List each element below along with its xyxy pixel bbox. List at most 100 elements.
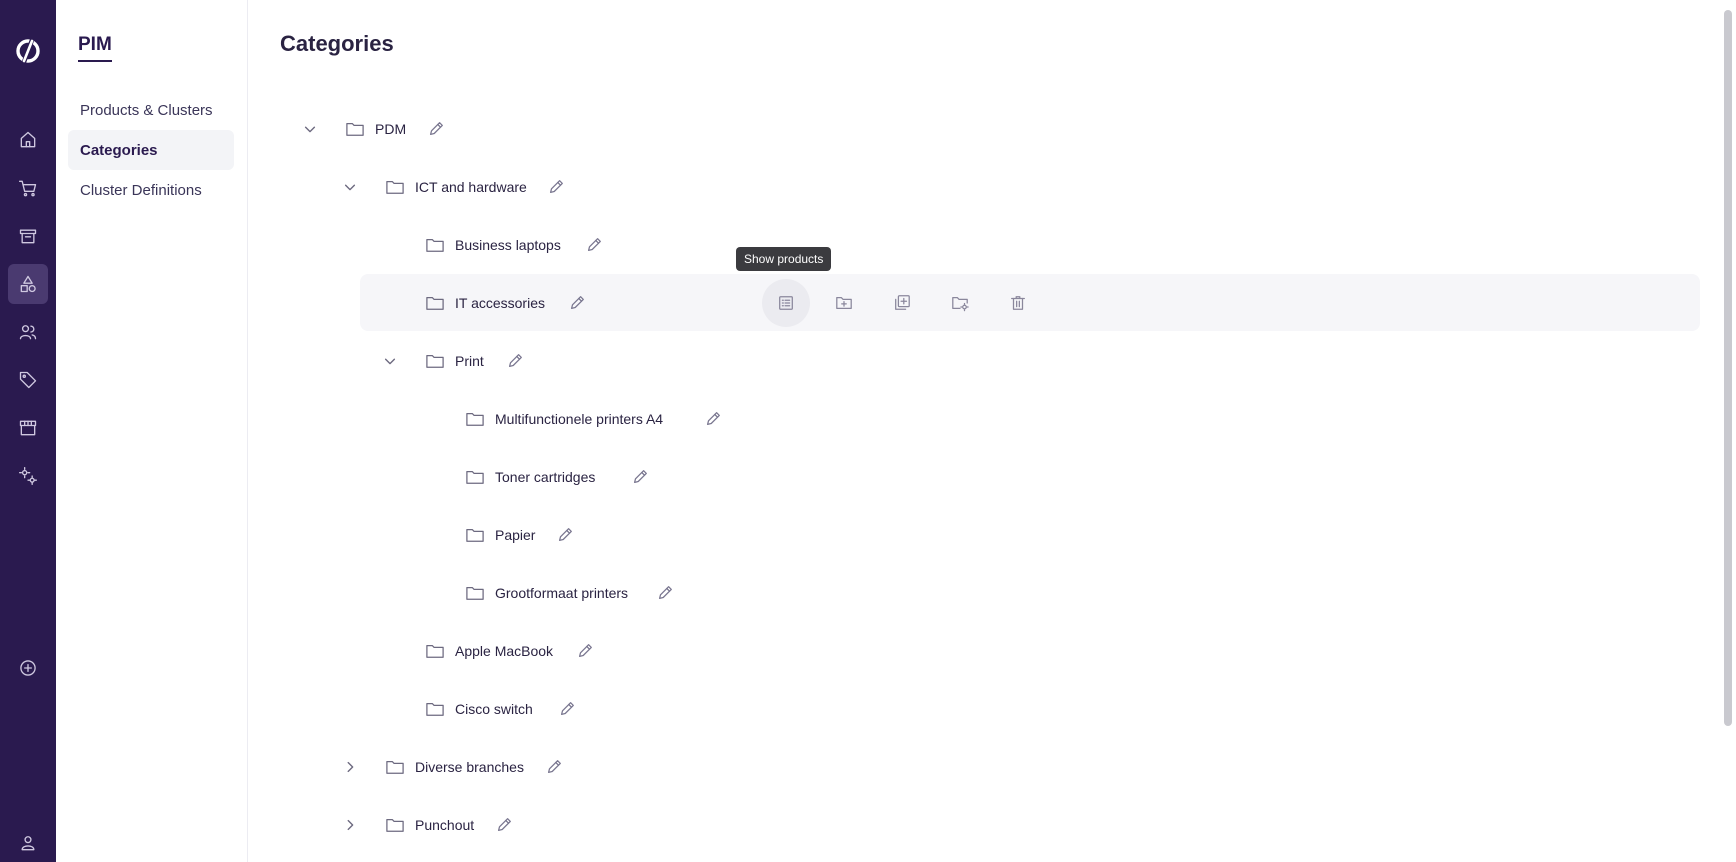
logo-icon xyxy=(16,39,40,63)
edit-button[interactable] xyxy=(544,757,564,777)
tag-icon xyxy=(19,371,37,389)
pim-sidebar: PIM Products & Clusters Categories Clust… xyxy=(56,0,248,862)
pencil-icon xyxy=(508,354,522,368)
chevron-down-icon xyxy=(344,184,356,191)
tree-node-label[interactable]: Punchout xyxy=(415,815,474,835)
edit-button[interactable] xyxy=(546,177,566,197)
folder-icon xyxy=(424,641,446,661)
pencil-icon xyxy=(633,470,647,484)
tree-node-label[interactable]: Diverse branches xyxy=(415,757,524,777)
pencil-icon xyxy=(578,644,592,658)
chevron-down-icon xyxy=(384,358,396,365)
rail-account-button[interactable] xyxy=(8,826,48,860)
tree-node-label[interactable]: Print xyxy=(455,351,484,371)
app-logo[interactable] xyxy=(10,33,46,69)
edit-button[interactable] xyxy=(557,699,577,719)
main-content: Categories PDM ICT and hardware Business… xyxy=(248,0,1720,862)
rail-settings-button[interactable] xyxy=(8,456,48,496)
page-title: Categories xyxy=(280,31,394,56)
folder-icon xyxy=(424,235,446,255)
pencil-icon xyxy=(560,702,574,716)
rail-pim-button[interactable] xyxy=(8,264,48,304)
icon-rail xyxy=(0,0,56,862)
tree-node-label[interactable]: ICT and hardware xyxy=(415,177,527,197)
scrollbar[interactable] xyxy=(1724,10,1732,726)
settings-icon xyxy=(19,467,37,485)
tree-node-label[interactable]: Grootformaat printers xyxy=(495,583,628,603)
expand-toggle[interactable] xyxy=(340,177,360,197)
rail-orders-button[interactable] xyxy=(8,168,48,208)
folder-icon xyxy=(464,467,486,487)
home-icon xyxy=(20,131,36,148)
expand-toggle[interactable] xyxy=(380,351,400,371)
expand-toggle[interactable] xyxy=(340,815,360,835)
user-icon xyxy=(21,836,35,851)
chevron-right-icon xyxy=(347,761,354,773)
rail-customers-button[interactable] xyxy=(8,312,48,352)
edit-button[interactable] xyxy=(584,235,604,255)
chevron-right-icon xyxy=(347,819,354,831)
edit-button[interactable] xyxy=(575,641,595,661)
rail-home-button[interactable] xyxy=(8,120,48,160)
folder-icon xyxy=(384,177,406,197)
folder-icon xyxy=(344,119,366,139)
tree-node-label[interactable]: Toner cartridges xyxy=(495,467,595,487)
tree-node-label[interactable]: Papier xyxy=(495,525,535,545)
pencil-icon xyxy=(706,412,720,426)
users-icon xyxy=(19,325,37,340)
folder-icon xyxy=(384,815,406,835)
folder-icon xyxy=(424,293,446,313)
trash-icon xyxy=(1011,296,1025,310)
tree-node-label[interactable]: Cisco switch xyxy=(455,699,533,719)
rail-store-button[interactable] xyxy=(8,216,48,256)
folder-icon xyxy=(464,525,486,545)
tree-node-label[interactable]: Multifunctionele printers A4 xyxy=(495,409,663,429)
edit-button[interactable] xyxy=(494,815,514,835)
subnav-item-cluster-definitions[interactable]: Cluster Definitions xyxy=(68,170,234,210)
subnav-item-products-clusters[interactable]: Products & Clusters xyxy=(68,90,234,130)
plus-circle-icon xyxy=(20,660,36,676)
rail-add-button[interactable] xyxy=(8,648,48,688)
tree-node-label[interactable]: PDM xyxy=(375,119,406,139)
shop-icon xyxy=(19,420,37,436)
pencil-icon xyxy=(658,586,672,600)
folder-icon xyxy=(464,409,486,429)
edit-button[interactable] xyxy=(567,293,587,313)
show-products-button[interactable] xyxy=(762,279,810,327)
section-title: PIM xyxy=(78,34,112,62)
edit-button[interactable] xyxy=(505,351,525,371)
pencil-icon xyxy=(558,528,572,542)
edit-button[interactable] xyxy=(555,525,575,545)
pencil-icon xyxy=(547,760,561,774)
edit-button[interactable] xyxy=(630,467,650,487)
tree-node-label[interactable]: Apple MacBook xyxy=(455,641,553,661)
folder-settings-icon xyxy=(952,296,969,312)
cart-icon xyxy=(19,180,37,197)
edit-button[interactable] xyxy=(703,409,723,429)
rail-pricing-button[interactable] xyxy=(8,360,48,400)
expand-toggle[interactable] xyxy=(300,119,320,139)
folder-icon xyxy=(424,351,446,371)
pencil-icon xyxy=(497,818,511,832)
edit-button[interactable] xyxy=(655,583,675,603)
folder-icon xyxy=(424,699,446,719)
show-products-icon xyxy=(779,296,793,310)
delete-button[interactable] xyxy=(994,279,1042,327)
add-folder-icon xyxy=(836,296,852,310)
category-settings-button[interactable] xyxy=(936,279,984,327)
edit-button[interactable] xyxy=(426,119,446,139)
tooltip: Show products xyxy=(736,247,832,271)
expand-toggle[interactable] xyxy=(340,757,360,777)
tree-node-label[interactable]: Business laptops xyxy=(455,235,561,255)
subnav-item-categories[interactable]: Categories xyxy=(68,130,234,170)
duplicate-button[interactable] xyxy=(878,279,926,327)
add-subcategory-button[interactable] xyxy=(820,279,868,327)
store-icon xyxy=(19,229,37,244)
pencil-icon xyxy=(549,180,563,194)
shapes-icon xyxy=(20,275,36,293)
copy-add-icon xyxy=(895,295,910,310)
tree-node-label[interactable]: IT accessories xyxy=(455,293,545,313)
rail-shop-button[interactable] xyxy=(8,408,48,448)
folder-icon xyxy=(464,583,486,603)
pencil-icon xyxy=(570,296,584,310)
